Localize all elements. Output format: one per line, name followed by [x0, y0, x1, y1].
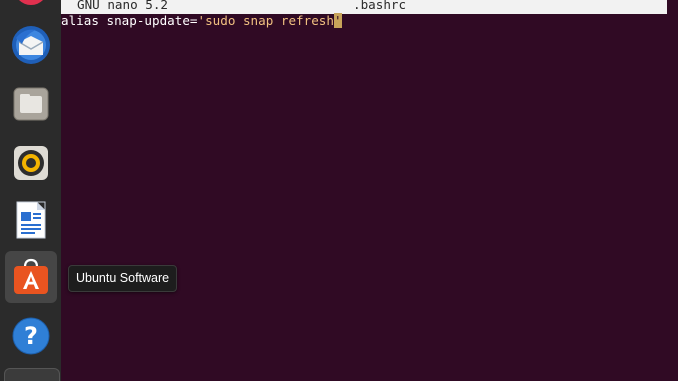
ubuntu-software-icon — [11, 257, 51, 297]
dock-item-files[interactable] — [5, 78, 57, 130]
editor-line-string: 'sudo snap refresh — [197, 13, 334, 28]
dock-item-ubuntu-software[interactable] — [5, 251, 57, 303]
help-icon: ? — [11, 316, 51, 356]
svg-text:?: ? — [24, 322, 38, 350]
dock-tooltip: Ubuntu Software — [68, 265, 178, 292]
rhythmbox-icon — [12, 144, 50, 182]
dock-item-thunderbird[interactable] — [5, 19, 57, 71]
editor-line[interactable]: alias snap-update='sudo snap refresh' — [61, 13, 342, 29]
app-icon-partial — [12, 0, 50, 7]
terminal-window[interactable]: GNU nano 5.2 .bashrc alias snap-update='… — [61, 0, 678, 381]
nano-titlebar: GNU nano 5.2 .bashrc — [61, 0, 667, 14]
thunderbird-icon — [10, 24, 52, 66]
dock-item-partial-bottom[interactable] — [4, 368, 60, 381]
dock-item-rhythmbox[interactable] — [5, 137, 57, 189]
dock: ? — [0, 0, 62, 381]
files-icon — [12, 85, 50, 123]
editor-line-prefix: alias snap-update= — [61, 13, 198, 28]
dock-item-partial-app[interactable] — [5, 0, 57, 14]
dock-item-help[interactable]: ? — [5, 310, 57, 362]
nano-version: GNU nano 5.2 — [77, 0, 168, 12]
text-cursor: ' — [333, 13, 342, 28]
libreoffice-writer-icon — [13, 200, 49, 240]
nano-filename: .bashrc — [353, 0, 407, 12]
dock-item-libreoffice-writer[interactable] — [5, 194, 57, 246]
